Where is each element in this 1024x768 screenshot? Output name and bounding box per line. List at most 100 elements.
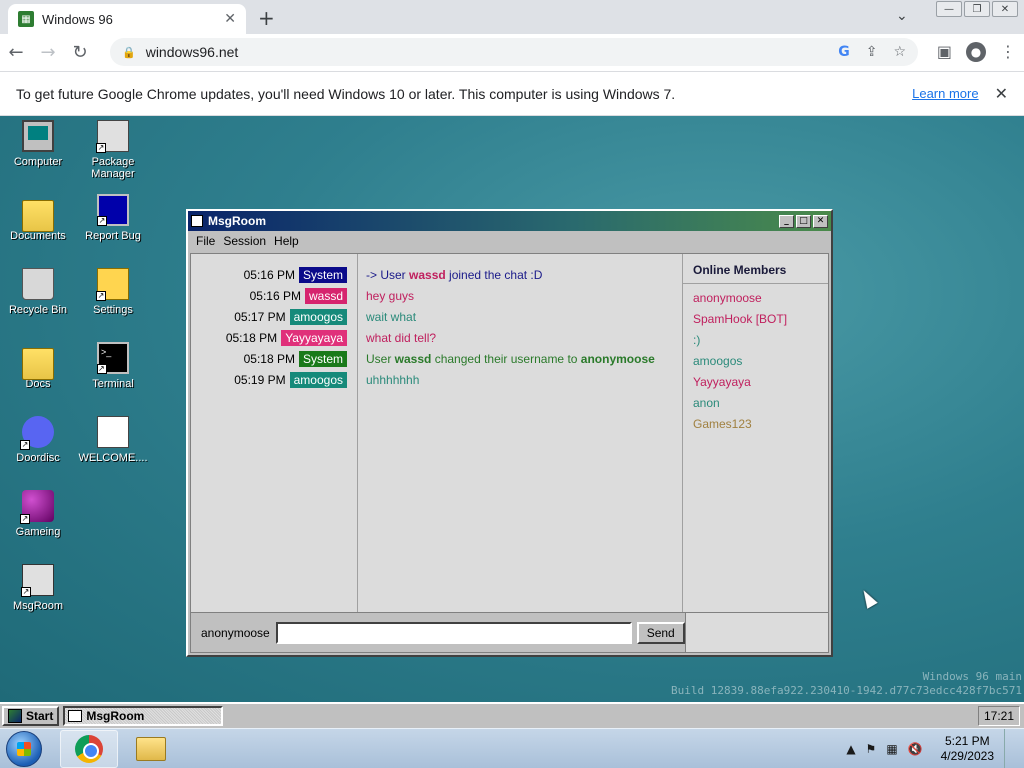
message-text: -> User wassd joined the chat :D [358, 264, 682, 285]
message-part: anonymoose [580, 351, 655, 366]
forward-arrow-icon[interactable]: → [32, 42, 64, 63]
msgroom-menubar: File Session Help [188, 231, 831, 251]
msgroom-maximize-button[interactable]: □ [796, 214, 811, 228]
action-center-flag-icon[interactable]: ⚑ [866, 742, 877, 756]
desktop-icon-label: Doordisc [16, 452, 60, 464]
documents-folder-icon [22, 200, 54, 232]
network-icon[interactable]: ▦ [886, 742, 897, 756]
volume-muted-icon[interactable]: 🔇 [908, 742, 923, 756]
desktop-icon-welcome[interactable]: WELCOME.... [76, 416, 150, 464]
settings-icon: ↗ [96, 268, 129, 301]
desktop-icon-recycle-bin[interactable]: Recycle Bin [1, 268, 75, 316]
member-item[interactable]: amoogos [683, 351, 828, 372]
message-part: -> User [366, 267, 410, 282]
msgroom-icon: ↗ [21, 564, 54, 597]
tab-close-icon[interactable]: ✕ [224, 11, 236, 27]
member-item[interactable]: Yayyayaya [683, 372, 828, 393]
msgroom-minimize-button[interactable]: _ [779, 214, 794, 228]
desktop-icon-docs[interactable]: Docs [1, 342, 75, 390]
desktop-icon-gameing[interactable]: ↗ Gameing [1, 490, 75, 538]
desktop-icon-documents[interactable]: Documents [1, 194, 75, 242]
members-panel-footer [686, 613, 829, 653]
chat-input-row: anonymoose Send [190, 613, 686, 653]
username-badge[interactable]: System [298, 350, 347, 367]
desktop-icon-label: Recycle Bin [8, 304, 68, 316]
window-close-button[interactable]: ✕ [992, 1, 1018, 17]
learn-more-link[interactable]: Learn more [912, 86, 978, 101]
gameing-icon: ↗ [20, 490, 54, 524]
username-badge[interactable]: System [298, 266, 347, 283]
reload-icon[interactable]: ↻ [64, 42, 96, 63]
member-item[interactable]: anon [683, 393, 828, 414]
username-badge[interactable]: amoogos [289, 371, 347, 388]
pinned-chrome[interactable] [60, 730, 118, 768]
desktop-icon-doordisc[interactable]: ↗ Doordisc [1, 416, 75, 464]
w96-logo-icon [8, 709, 22, 723]
win7-start-orb-icon[interactable] [6, 731, 42, 767]
username-badge[interactable]: amoogos [289, 308, 347, 325]
lock-icon[interactable]: 🔒 [122, 46, 136, 59]
build-info: Windows 96 main Build 12839.88efa922.230… [671, 670, 1022, 698]
send-button[interactable]: Send [636, 621, 685, 644]
build-info-line2: Build 12839.88efa922.230410-1942.d77c73e… [671, 684, 1022, 697]
chat-body: 05:16 PM System 05:16 PM wassd 05:17 PM amoog… [190, 253, 829, 613]
desktop-icon-computer[interactable]: Computer [1, 120, 75, 168]
desktop-icon-settings[interactable]: ↗ Settings [76, 268, 150, 316]
menu-help[interactable]: Help [270, 234, 303, 248]
package-manager-icon: ↗ [96, 120, 129, 153]
show-desktop-button[interactable] [1004, 729, 1014, 768]
address-bar[interactable]: 🔒 windows96.net G ⇪ ☆ [110, 38, 918, 66]
member-item[interactable]: :) [683, 330, 828, 351]
tab-search-chevron-icon[interactable]: ⌄ [896, 8, 908, 24]
message-text-column: -> User wassd joined the chat :D hey guys… [358, 254, 683, 612]
desktop-icon-terminal[interactable]: >_ ↗ Terminal [76, 342, 150, 390]
report-bug-icon: ↗ [97, 194, 129, 226]
google-lens-icon[interactable]: G [838, 44, 850, 60]
username-badge[interactable]: Yayyayaya [281, 329, 347, 346]
message-text: what did tell? [358, 327, 682, 348]
message-meta-row: 05:17 PM amoogos [191, 306, 357, 327]
menu-kebab-icon[interactable]: ⋮ [1000, 42, 1016, 62]
desktop-icon-report-bug[interactable]: ↗ Report Bug [76, 194, 150, 242]
new-tab-button[interactable]: + [258, 6, 275, 30]
member-item[interactable]: SpamHook [BOT] [683, 309, 828, 330]
menu-file[interactable]: File [192, 234, 219, 248]
back-arrow-icon[interactable]: ← [0, 42, 32, 63]
share-icon[interactable]: ⇪ [866, 44, 878, 60]
msgroom-titlebar[interactable]: MsgRoom _ □ ✕ [188, 211, 831, 231]
w96-start-button[interactable]: Start [2, 706, 60, 726]
desktop-icon-package-manager[interactable]: ↗ Package Manager [76, 120, 150, 180]
member-item[interactable]: anonymoose [683, 288, 828, 309]
message-meta-row: 05:18 PM Yayyayaya [191, 327, 357, 348]
message-time: 05:19 PM [234, 372, 286, 387]
username-badge[interactable]: wassd [304, 287, 347, 304]
minimize-button[interactable]: — [936, 1, 962, 17]
tray-expand-icon[interactable]: ▲ [846, 742, 855, 756]
message-part: changed their username to [431, 351, 581, 366]
browser-tab[interactable]: ▦ Windows 96 ✕ [8, 4, 246, 34]
desktop-icon-msgroom[interactable]: ↗ MsgRoom [1, 564, 75, 612]
members-panel: Online Members anonymoose SpamHook [BOT]:… [683, 254, 828, 612]
message-input[interactable] [275, 621, 632, 644]
pinned-explorer[interactable] [122, 730, 180, 768]
bookmark-star-icon[interactable]: ☆ [893, 44, 906, 60]
win7-clock[interactable]: 5:21 PM 4/29/2023 [941, 734, 994, 764]
msgroom-close-button[interactable]: ✕ [813, 214, 828, 228]
chrome-update-infobar: To get future Google Chrome updates, you… [0, 71, 1024, 116]
desktop-icon-label: Package Manager [91, 156, 135, 180]
restore-button[interactable]: ❐ [964, 1, 990, 17]
msgroom-title-icon [191, 215, 203, 227]
member-item[interactable]: Games123 [683, 414, 828, 435]
side-panel-icon[interactable]: ▣ [937, 42, 952, 62]
message-part: wait what [366, 309, 417, 324]
message-part: uhhhhhhh [366, 372, 420, 387]
terminal-icon: >_ ↗ [97, 342, 129, 374]
message-part: joined the chat :D [445, 267, 543, 282]
url-text[interactable]: windows96.net [146, 44, 823, 60]
profile-avatar-icon[interactable]: ● [966, 42, 986, 62]
start-label: Start [26, 709, 54, 723]
welcome-doc-icon [97, 416, 129, 448]
infobar-close-icon[interactable]: ✕ [995, 84, 1008, 103]
w96-task-msgroom[interactable]: MsgRoom [63, 706, 224, 726]
menu-session[interactable]: Session [219, 234, 270, 248]
